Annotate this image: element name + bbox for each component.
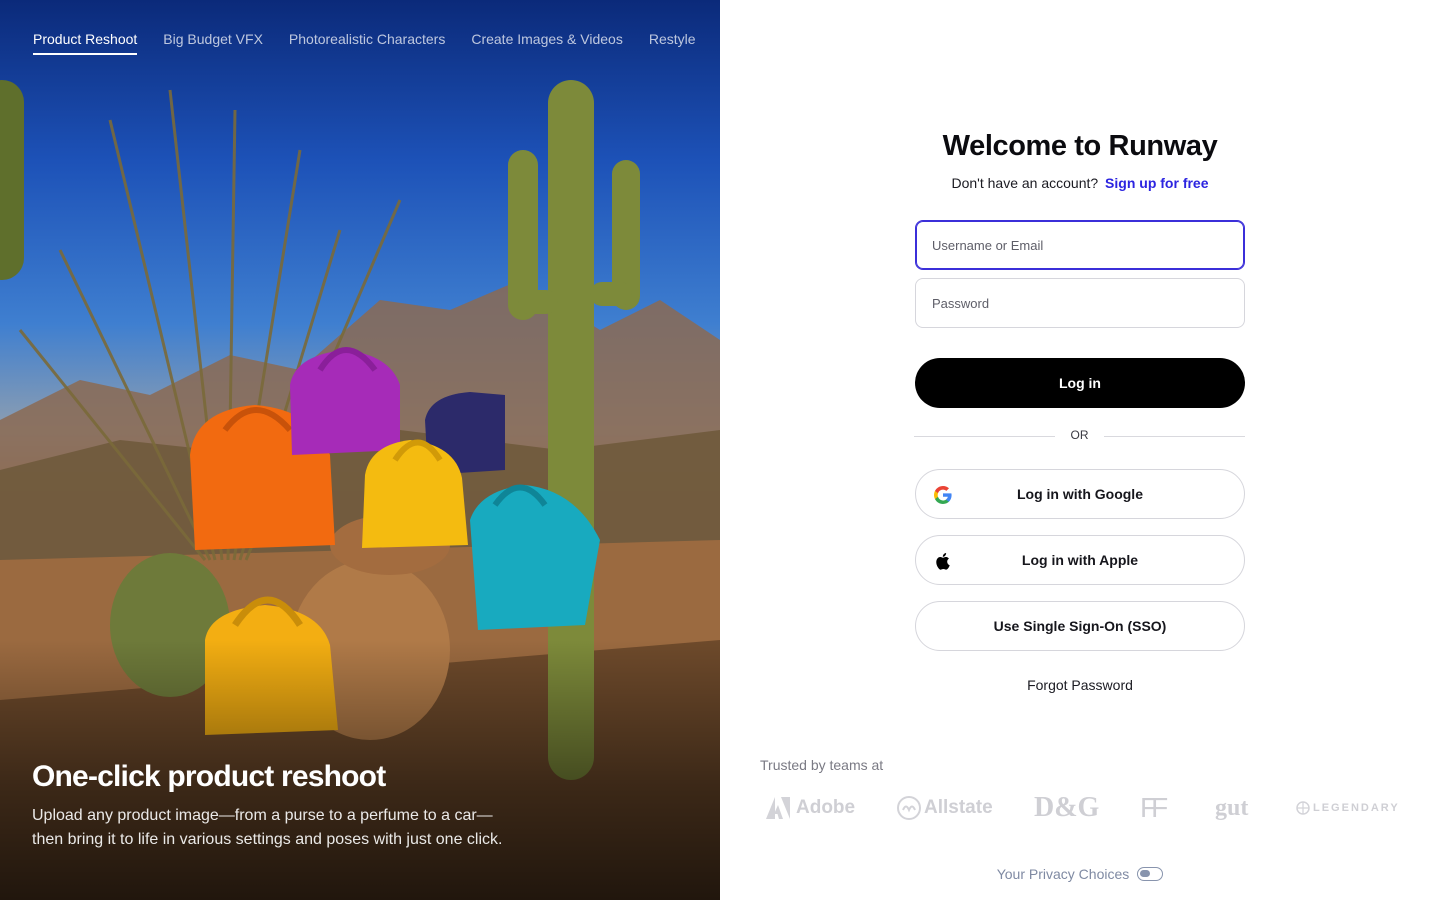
hero-panel: Product Reshoot Big Budget VFX Photoreal… [0, 0, 720, 900]
google-login-button[interactable]: Log in with Google [915, 469, 1245, 519]
gut-logo: gut [1215, 794, 1249, 821]
google-icon [934, 486, 952, 504]
hero-tabs: Product Reshoot Big Budget VFX Photoreal… [33, 31, 696, 55]
apple-login-button[interactable]: Log in with Apple [915, 535, 1245, 585]
legendary-mark-icon [1296, 801, 1310, 815]
or-divider: OR [914, 427, 1245, 445]
hero-title: One-click product reshoot [32, 760, 386, 793]
allstate-mark-icon [897, 796, 921, 820]
forgot-password-link[interactable]: Forgot Password [720, 677, 1440, 693]
login-panel: Welcome to Runway Don't have an account?… [720, 0, 1440, 900]
adobe-mark-icon [766, 797, 790, 819]
hero-description: Upload any product image—from a purse to… [32, 804, 552, 852]
privacy-toggle-icon [1137, 867, 1164, 881]
tab-restyle[interactable]: Restyle [649, 31, 696, 55]
hero-caption: One-click product reshoot Upload any pro… [32, 758, 552, 852]
trusted-by-label: Trusted by teams at [760, 757, 884, 773]
divider-line-right [1104, 436, 1245, 437]
tab-product-reshoot[interactable]: Product Reshoot [33, 31, 138, 55]
apple-login-label: Log in with Apple [1021, 552, 1139, 568]
legendary-logo: LEGENDARY [1296, 790, 1400, 826]
privacy-choices-label: Your Privacy Choices [996, 866, 1130, 882]
ff-logo: FF [1140, 792, 1168, 823]
customer-logos: Adobe Allstate D&G FF gut LEGENDARY [760, 790, 1400, 826]
signup-prompt: Don't have an account? Sign up for free [720, 175, 1440, 191]
legendary-logo-text: LEGENDARY [1313, 802, 1400, 814]
username-field[interactable] [915, 220, 1245, 270]
tab-create-images-videos[interactable]: Create Images & Videos [471, 31, 623, 55]
google-login-label: Log in with Google [1017, 486, 1143, 502]
sso-login-button[interactable]: Use Single Sign-On (SSO) [915, 601, 1245, 651]
login-button[interactable]: Log in [915, 358, 1245, 408]
apple-icon [936, 553, 950, 570]
hero-description-line-2: then bring it to life in various setting… [32, 831, 503, 848]
page-title: Welcome to Runway [942, 130, 1218, 162]
no-account-text: Don't have an account? [951, 175, 1099, 191]
allstate-logo-text: Allstate [924, 797, 993, 818]
dg-logo: D&G [1034, 792, 1100, 823]
privacy-choices-link[interactable]: Your Privacy Choices [720, 866, 1440, 882]
tab-big-budget-vfx[interactable]: Big Budget VFX [163, 31, 263, 55]
or-text: OR [1070, 428, 1089, 442]
signup-link[interactable]: Sign up for free [1105, 175, 1208, 191]
adobe-logo-text: Adobe [796, 797, 856, 818]
allstate-logo: Allstate [897, 790, 993, 826]
hero-description-line-1: Upload any product image—from a purse to… [32, 807, 493, 824]
adobe-logo: Adobe [766, 790, 855, 826]
password-field[interactable] [915, 278, 1245, 328]
tab-photorealistic-characters[interactable]: Photorealistic Characters [289, 31, 445, 55]
